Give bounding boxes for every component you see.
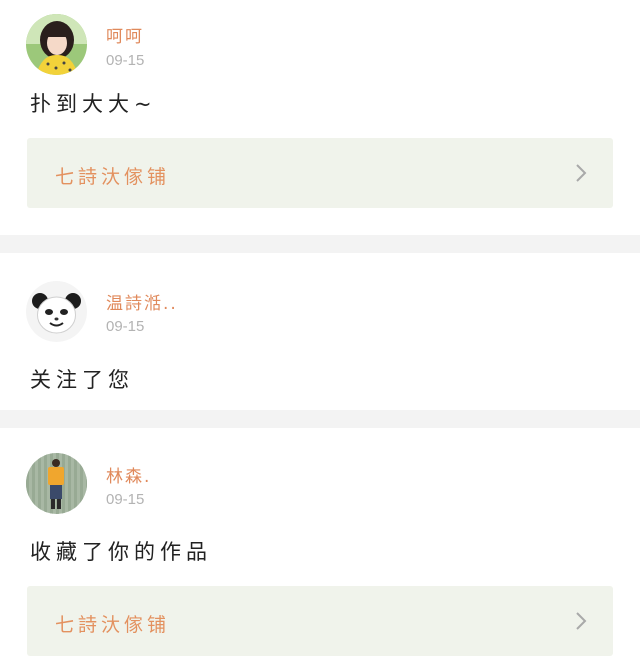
shop-link-label: 七詩汏傢铺 (55, 166, 171, 188)
shop-link-label: 七詩汏傢铺 (55, 614, 171, 636)
chevron-right-icon (576, 164, 587, 182)
username[interactable]: 温詩湉.. (106, 289, 178, 314)
standing-person-avatar-image (26, 453, 87, 514)
panda-meme-avatar-image (26, 281, 87, 342)
user-avatar[interactable] (26, 14, 87, 75)
feed-item: 温詩湉.. 09-15 关注了您 (0, 253, 640, 410)
feed-divider (0, 410, 640, 428)
username[interactable]: 林森. (106, 462, 151, 487)
feed-item-header: 温詩湉.. 09-15 (0, 253, 640, 342)
shop-link-card[interactable]: 七詩汏傢铺 (27, 586, 613, 656)
timestamp: 09-15 (106, 318, 145, 335)
user-avatar[interactable] (26, 453, 87, 514)
timestamp: 09-15 (106, 491, 145, 508)
post-message: 关注了您 (30, 368, 134, 392)
feed-item-header: 呵呵 09-15 (0, 0, 640, 76)
activity-feed: 呵呵 09-15 扑到大大~ 七詩汏傢铺 温詩湉.. 09-15 关注了您 林森… (0, 0, 640, 665)
post-message: 收藏了你的作品 (30, 540, 212, 564)
username[interactable]: 呵呵 (106, 22, 144, 47)
timestamp: 09-15 (106, 52, 145, 69)
feed-divider (0, 235, 640, 253)
feed-item-header: 林森. 09-15 (0, 428, 640, 514)
girl-portrait-avatar-image (26, 14, 87, 75)
feed-item: 呵呵 09-15 扑到大大~ 七詩汏傢铺 (0, 0, 640, 235)
feed-item: 林森. 09-15 收藏了你的作品 七詩汏傢铺 (0, 428, 640, 665)
post-message: 扑到大大~ (30, 92, 157, 116)
shop-link-card[interactable]: 七詩汏傢铺 (27, 138, 613, 208)
chevron-right-icon (576, 612, 587, 630)
user-avatar[interactable] (26, 281, 87, 342)
